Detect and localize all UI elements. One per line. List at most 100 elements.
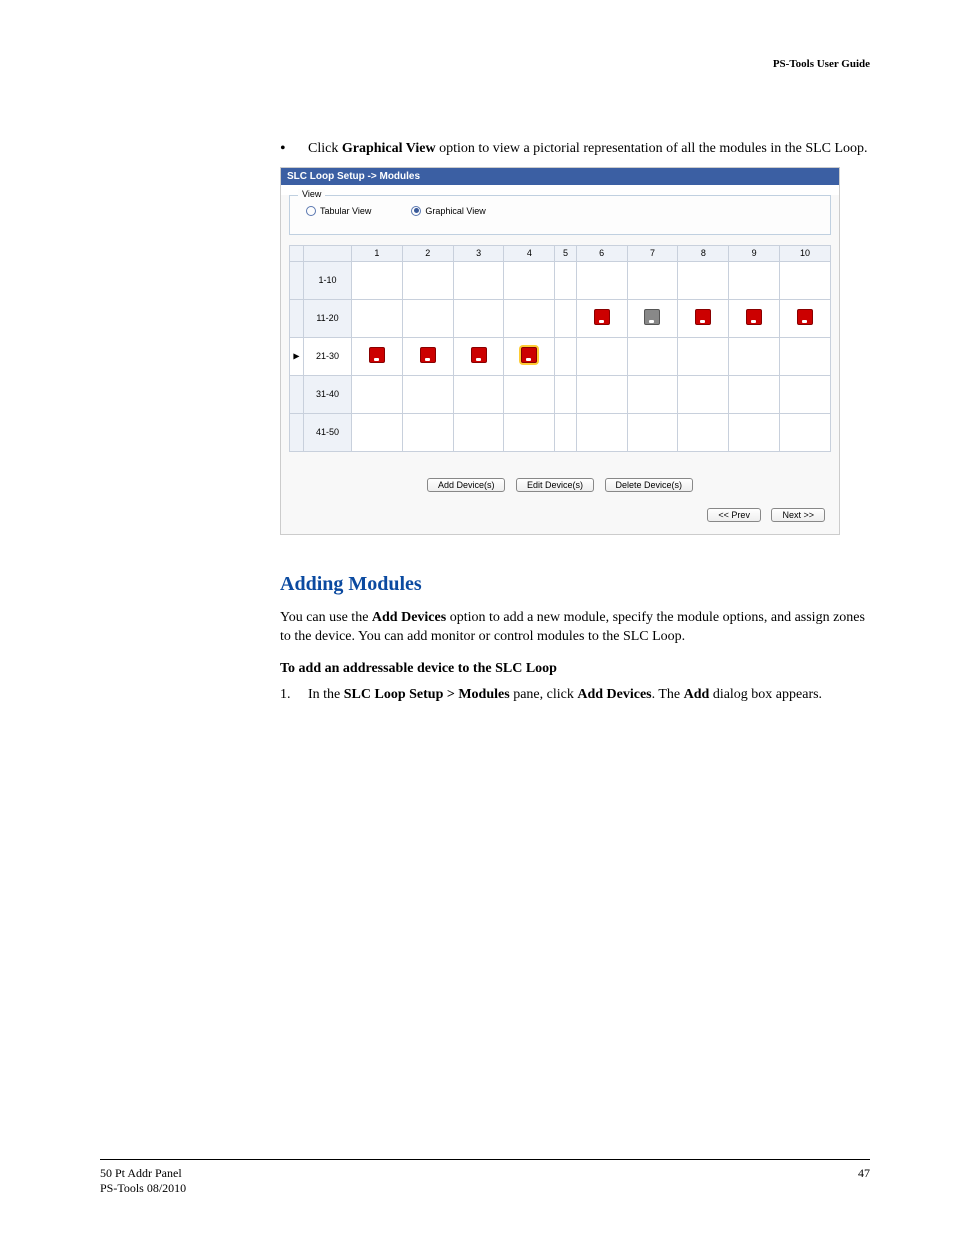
grid-cell[interactable] <box>780 375 831 413</box>
page: PS-Tools User Guide • Click Graphical Vi… <box>0 0 954 1235</box>
radio-graphical[interactable]: Graphical View <box>411 206 485 216</box>
row-header: 21-30 <box>304 337 352 375</box>
bullet-pre: Click <box>308 141 342 156</box>
grid-cell[interactable] <box>453 375 504 413</box>
page-number: 47 <box>858 1166 870 1195</box>
grid-cell[interactable] <box>729 261 780 299</box>
grid-cell[interactable] <box>453 413 504 451</box>
grid-cell[interactable] <box>627 261 678 299</box>
grid-cell[interactable] <box>352 261 403 299</box>
slc-grid: 1 2 3 4 5 6 7 8 9 10 <box>289 245 831 452</box>
grid-cell[interactable] <box>504 337 555 375</box>
prev-button[interactable]: << Prev <box>707 508 761 522</box>
row-selector[interactable] <box>290 375 304 413</box>
grid-cell[interactable] <box>453 261 504 299</box>
row-selector[interactable] <box>290 413 304 451</box>
grid-cell[interactable] <box>729 299 780 337</box>
screenshot-window: SLC Loop Setup -> Modules View Tabular V… <box>280 167 840 535</box>
grid-cell[interactable] <box>576 375 627 413</box>
add-device-button[interactable]: Add Device(s) <box>427 478 506 492</box>
step-b3: Add <box>684 687 710 702</box>
grid-cell[interactable] <box>555 261 576 299</box>
step-mid: pane, click <box>510 687 578 702</box>
header-right: PS-Tools User Guide <box>773 58 870 70</box>
grid-cell[interactable] <box>780 413 831 451</box>
grid-cell[interactable] <box>627 299 678 337</box>
grid-cell[interactable] <box>352 413 403 451</box>
grid-cell[interactable] <box>678 261 729 299</box>
grid-cell[interactable] <box>780 261 831 299</box>
grid-cell[interactable] <box>555 337 576 375</box>
footer-left: 50 Pt Addr Panel PS-Tools 08/2010 <box>100 1166 186 1195</box>
grid-cell[interactable] <box>729 375 780 413</box>
window-body: View Tabular View Graphical View <box>281 195 839 534</box>
row-selector-active[interactable] <box>290 337 304 375</box>
next-button[interactable]: Next >> <box>771 508 825 522</box>
grid-cell[interactable] <box>504 261 555 299</box>
grid-cell[interactable] <box>504 413 555 451</box>
grid-cell[interactable] <box>402 337 453 375</box>
grid-row: 11-20 <box>290 299 831 337</box>
grid-cell[interactable] <box>678 299 729 337</box>
radio-tabular-label: Tabular View <box>320 206 371 216</box>
grid-cell[interactable] <box>504 375 555 413</box>
window-title: SLC Loop Setup -> Modules <box>281 168 839 185</box>
grid-row-selected: 21-30 <box>290 337 831 375</box>
grid-cell[interactable] <box>352 337 403 375</box>
radio-tabular[interactable]: Tabular View <box>306 206 371 216</box>
grid-row: 31-40 <box>290 375 831 413</box>
grid-cell[interactable] <box>453 299 504 337</box>
row-header: 11-20 <box>304 299 352 337</box>
grid-cell[interactable] <box>504 299 555 337</box>
step-mid2: . The <box>652 687 684 702</box>
grid-row: 1-10 <box>290 261 831 299</box>
edit-device-button[interactable]: Edit Device(s) <box>516 478 594 492</box>
grid-cell[interactable] <box>453 337 504 375</box>
delete-device-button[interactable]: Delete Device(s) <box>605 478 694 492</box>
grid-cell[interactable] <box>729 413 780 451</box>
col-header: 9 <box>729 245 780 261</box>
step-number: 1. <box>280 685 308 705</box>
grid-cell[interactable] <box>555 413 576 451</box>
grid-cell[interactable] <box>402 413 453 451</box>
grid-cell[interactable] <box>576 337 627 375</box>
grid-cell[interactable] <box>678 337 729 375</box>
grid-cell[interactable] <box>627 337 678 375</box>
grid-cell[interactable] <box>402 375 453 413</box>
step-text: In the SLC Loop Setup > Modules pane, cl… <box>308 685 822 705</box>
row-header: 41-50 <box>304 413 352 451</box>
grid-cell[interactable] <box>555 375 576 413</box>
grid-cell[interactable] <box>576 261 627 299</box>
procedure-heading: To add an addressable device to the SLC … <box>280 661 874 677</box>
grid-cell[interactable] <box>729 337 780 375</box>
grid-cell[interactable] <box>352 299 403 337</box>
grid-cell[interactable] <box>402 299 453 337</box>
grid-cell[interactable] <box>402 261 453 299</box>
radio-group: Tabular View Graphical View <box>300 206 820 216</box>
grid-cell[interactable] <box>780 299 831 337</box>
col-header: 2 <box>402 245 453 261</box>
col-header: 8 <box>678 245 729 261</box>
radio-off-icon <box>306 206 316 216</box>
grid-cell[interactable] <box>780 337 831 375</box>
grid-cell[interactable] <box>555 299 576 337</box>
grid-cell[interactable] <box>678 413 729 451</box>
grid-cell[interactable] <box>627 413 678 451</box>
footer-line1: 50 Pt Addr Panel <box>100 1166 186 1180</box>
module-icon <box>644 309 660 325</box>
row-selector[interactable] <box>290 261 304 299</box>
grid-cell[interactable] <box>678 375 729 413</box>
grid-wrapper: 1 2 3 4 5 6 7 8 9 10 <box>281 245 839 460</box>
bullet-post: option to view a pictorial representatio… <box>436 141 868 156</box>
nav-button-row: << Prev Next >> <box>281 502 839 534</box>
grid-cell[interactable] <box>352 375 403 413</box>
grid-cell[interactable] <box>576 299 627 337</box>
grid-cell[interactable] <box>627 375 678 413</box>
view-fieldset: View Tabular View Graphical View <box>289 195 831 235</box>
row-selector[interactable] <box>290 299 304 337</box>
col-header: 1 <box>352 245 403 261</box>
step-pre: In the <box>308 687 344 702</box>
para-bold: Add Devices <box>372 610 446 625</box>
grid-cell[interactable] <box>576 413 627 451</box>
module-icon <box>695 309 711 325</box>
